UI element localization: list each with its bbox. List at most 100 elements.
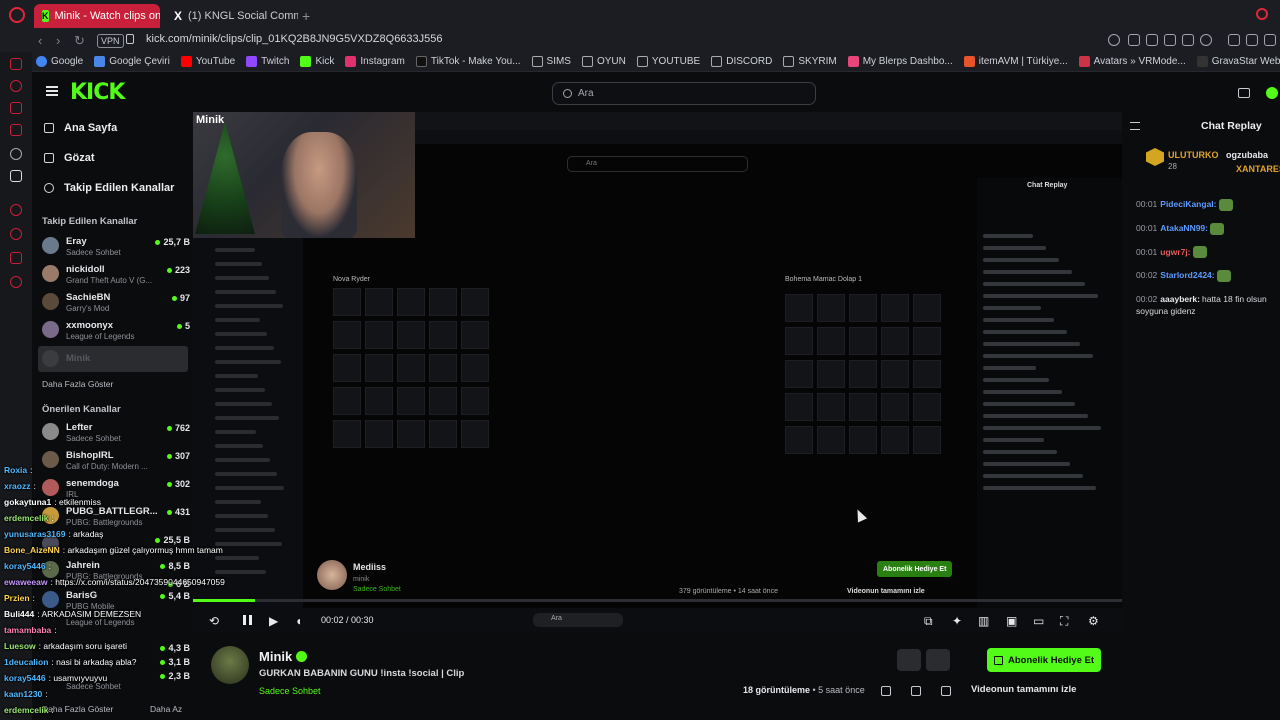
channel-item[interactable]: Eray Sadece Sohbet 25,7 B <box>42 234 190 260</box>
lock-icon[interactable] <box>126 34 134 44</box>
volume-icon[interactable]: ◖ <box>295 614 302 628</box>
pause-icon[interactable] <box>243 615 252 625</box>
bookmark-youtube[interactable]: YouTube <box>180 56 235 67</box>
forward-arrow-icon[interactable]: › <box>56 33 60 48</box>
history-icon[interactable] <box>10 228 22 240</box>
channel-item[interactable]: nickidoll Grand Theft Auto V (G... 223 <box>42 262 190 288</box>
channel-item[interactable]: Lefter Sadece Sohbet 762 <box>42 420 190 446</box>
share-icon[interactable] <box>881 686 891 696</box>
bookmark-oyun[interactable]: OYUN <box>581 56 626 67</box>
bookmark-instagram[interactable]: Instagram <box>345 56 405 67</box>
bookmark-google[interactable]: Google <box>36 56 83 67</box>
pinboard-icon[interactable] <box>10 252 22 264</box>
home-icon[interactable] <box>10 58 22 70</box>
settings-gear-icon[interactable] <box>10 148 22 160</box>
avatar <box>42 350 59 367</box>
menu-icon[interactable] <box>1264 34 1276 46</box>
share-icon[interactable] <box>1246 34 1258 46</box>
bookmark-twitch[interactable]: Twitch <box>246 56 289 67</box>
channel-avatar[interactable] <box>211 646 249 684</box>
play-icon[interactable] <box>1182 34 1194 46</box>
chat-time: 00:01 <box>1136 246 1158 257</box>
bookmark-discord[interactable]: DISCORD <box>711 56 772 67</box>
collapse-chat-icon[interactable] <box>1130 122 1140 130</box>
bookmark-kick[interactable]: Kick <box>300 56 334 67</box>
back-arrow-icon[interactable]: ‹ <box>38 33 42 48</box>
bookmark-tiktok[interactable]: TikTok - Make You... <box>415 56 521 67</box>
reload-icon[interactable]: ↻ <box>74 33 85 49</box>
sparkle-icon[interactable]: ✦ <box>952 614 962 628</box>
settings-gear-icon[interactable]: ⚙ <box>1088 614 1099 628</box>
kick-logo[interactable]: KICK <box>70 80 125 105</box>
channel-item[interactable]: xxmoonyx League of Legends 5 <box>42 318 190 344</box>
bookmark-icon[interactable] <box>1128 34 1140 46</box>
video-player[interactable]: Minik Ara Nova Ryder Bohema Mamac Dolap … <box>193 112 1122 608</box>
inventory-slot <box>461 288 489 316</box>
settings-icon[interactable] <box>10 276 22 288</box>
channel-item[interactable]: SachieBN Garry's Mod 97 <box>42 290 190 316</box>
aria-icon[interactable] <box>10 80 22 92</box>
snapshot-icon[interactable] <box>1146 34 1158 46</box>
avatar <box>42 265 59 282</box>
tab-search-icon[interactable] <box>1256 8 1268 20</box>
channel-name[interactable]: Minik <box>259 649 308 664</box>
pip-icon[interactable]: ▣ <box>1006 614 1017 628</box>
chat-username[interactable]: ugwr7j: <box>1160 247 1190 257</box>
placeholder-line <box>983 306 1041 310</box>
user-avatar[interactable] <box>1266 87 1278 99</box>
follow-heart-button[interactable] <box>926 649 950 671</box>
boost-icon[interactable] <box>956 649 980 671</box>
messenger-icon[interactable] <box>10 102 22 114</box>
download-icon[interactable] <box>911 686 921 696</box>
placeholder-line <box>215 444 263 448</box>
avatar <box>42 237 59 254</box>
stream-watch-full: Videonun tamamını izle <box>847 588 925 595</box>
cast-icon[interactable]: ▭ <box>1033 614 1044 628</box>
nav-browse[interactable]: Gözat <box>44 152 95 164</box>
new-tab-button[interactable]: + <box>302 8 310 24</box>
bookmark-sims[interactable]: SIMS <box>531 56 571 67</box>
chat-username: ewaweeaw <box>4 577 48 587</box>
url-field[interactable]: kick.com/minik/clips/clip_01KQ2B8JN9G5VX… <box>146 33 443 45</box>
notification-bell-button[interactable] <box>897 649 921 671</box>
theater-icon[interactable]: ▥ <box>978 614 989 628</box>
bookmark-gravastar[interactable]: GravaStar Web-ba... <box>1196 56 1280 67</box>
channel-item-selected[interactable]: Minik <box>38 346 188 372</box>
zoom-icon[interactable] <box>1108 34 1120 46</box>
opera-logo-icon[interactable] <box>9 7 25 23</box>
nav-following[interactable]: Takip Edilen Kanallar <box>44 182 174 194</box>
download-icon[interactable] <box>1164 34 1176 46</box>
vpn-badge[interactable]: VPN <box>97 34 124 48</box>
report-icon[interactable] <box>941 686 951 696</box>
layout-icon[interactable] <box>1238 88 1250 98</box>
clip-icon[interactable]: ⧉ <box>924 614 933 629</box>
bookmark-youtube-folder[interactable]: YOUTUBE <box>636 56 700 67</box>
chat-username[interactable]: PideciKangal: <box>1160 199 1216 209</box>
search-input[interactable]: Ara <box>552 82 816 105</box>
chat-username[interactable]: Starlord2424: <box>1160 270 1214 280</box>
tab-kngl[interactable]: X (1) KNGL Social Communi <box>166 4 298 28</box>
x-icon[interactable] <box>10 170 22 182</box>
bookmark-vrmodels[interactable]: Avatars » VRMode... <box>1078 56 1186 67</box>
tab-minik[interactable]: K Minik - Watch clips on <box>34 4 160 28</box>
nav-home[interactable]: Ana Sayfa <box>44 122 117 134</box>
bookmark-google-ceviri[interactable]: Google Çeviri <box>94 56 170 67</box>
workspace-icon[interactable] <box>10 124 22 136</box>
extensions-icon[interactable] <box>1228 34 1240 46</box>
chat-username[interactable]: AtakaNN99: <box>1160 223 1208 233</box>
progress-bar[interactable] <box>193 599 1122 602</box>
clip-category[interactable]: Sadece Sohbet <box>259 686 321 696</box>
chat-username[interactable]: aaayberk: <box>1160 294 1200 304</box>
fullscreen-icon[interactable]: ⛶ <box>1060 614 1068 629</box>
hamburger-menu-icon[interactable] <box>46 86 58 96</box>
forward-icon[interactable]: ▶ <box>269 614 278 628</box>
gift-sub-button[interactable]: Abonelik Hediye Et <box>987 648 1101 672</box>
heart-icon[interactable] <box>1200 34 1212 46</box>
inventory-slot <box>881 327 909 355</box>
show-more-followed[interactable]: Daha Fazla Göster <box>42 379 113 389</box>
bookmark-blerps[interactable]: My Blerps Dashbo... <box>847 56 953 67</box>
player-icon[interactable] <box>10 204 22 216</box>
bookmark-itemavm[interactable]: itemAVM | Türkiye... <box>963 56 1068 67</box>
watch-full-link[interactable]: Videonun tamamını izle <box>971 684 1076 695</box>
bookmark-skyrim[interactable]: SKYRIM <box>783 56 837 67</box>
